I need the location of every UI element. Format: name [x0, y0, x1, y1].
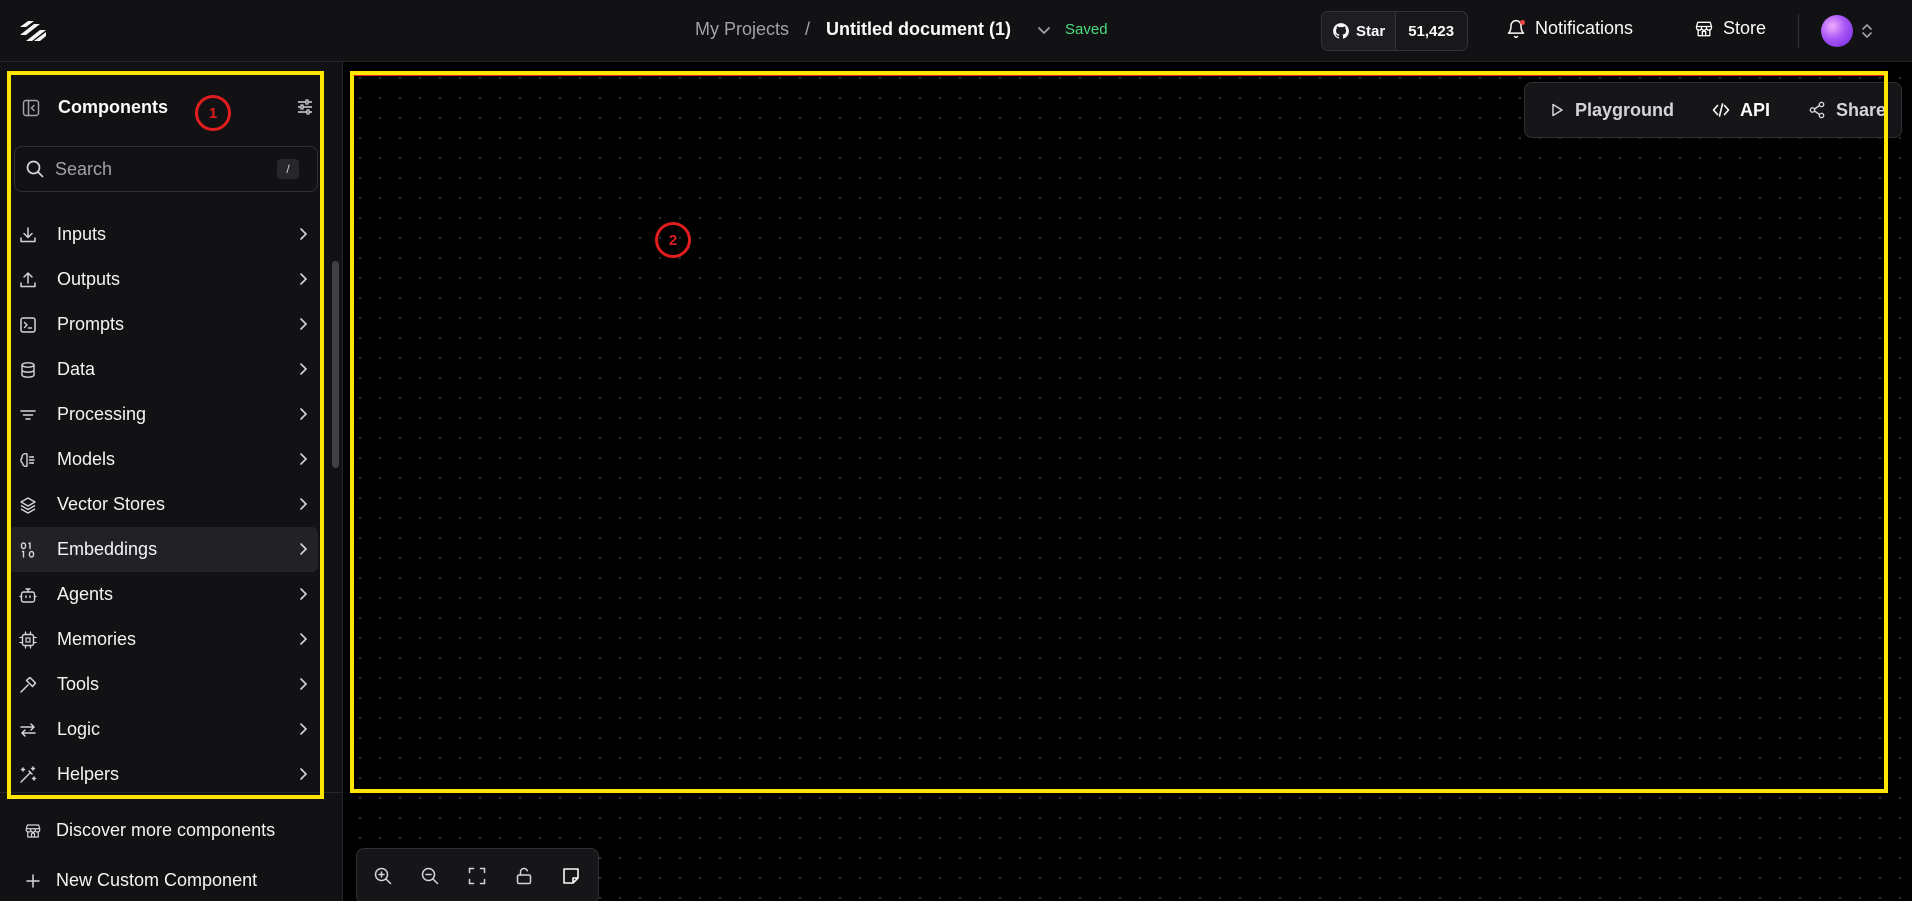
annotation-marker-2: 2: [655, 222, 691, 258]
zoom-out-icon[interactable]: [420, 866, 440, 886]
notification-dot: [1520, 19, 1525, 25]
fit-view-icon[interactable]: [467, 866, 487, 886]
highlight-box-canvas: [350, 71, 1888, 793]
github-icon: [1332, 22, 1350, 40]
new-custom-label: New Custom Component: [56, 870, 258, 890]
canvas-controls: [356, 848, 599, 901]
notifications-label: Notifications: [1535, 18, 1634, 38]
github-star[interactable]: Star: [1322, 12, 1397, 50]
save-status: Saved: [1065, 21, 1108, 38]
discover-components-link[interactable]: Discover more components: [24, 820, 275, 841]
sidebar-scrollbar[interactable]: [331, 192, 339, 867]
avatar[interactable]: [1821, 15, 1853, 47]
lock-open-icon[interactable]: [514, 866, 534, 886]
bell-icon: [1506, 19, 1526, 39]
sticky-note-icon[interactable]: [561, 866, 581, 886]
chevrons-up-down-icon[interactable]: [1860, 22, 1874, 40]
discover-label: Discover more components: [56, 820, 276, 840]
plus-icon: [24, 872, 42, 890]
store-label: Store: [1723, 18, 1767, 38]
github-star-label: Star: [1356, 22, 1386, 40]
breadcrumb-my-projects[interactable]: My Projects: [695, 19, 789, 40]
new-custom-component-button[interactable]: New Custom Component: [24, 870, 257, 891]
breadcrumb-separator: /: [805, 19, 811, 39]
scrollbar-thumb[interactable]: [332, 261, 339, 468]
github-star-count: 51,423: [1408, 22, 1455, 40]
highlight-box-sidebar: [7, 71, 324, 799]
store-icon: [24, 822, 42, 840]
breadcrumb: My Projects / Untitled document (1) Save…: [695, 19, 1108, 40]
store-icon: [1694, 19, 1714, 39]
annotation-marker-1: 1: [195, 95, 231, 131]
document-title[interactable]: Untitled document (1): [826, 19, 1011, 40]
github-star-button[interactable]: Star 51,423: [1321, 11, 1468, 51]
zoom-in-icon[interactable]: [373, 866, 393, 886]
top-bar: My Projects / Untitled document (1) Save…: [0, 0, 1912, 62]
chevron-down-icon[interactable]: [1035, 21, 1053, 39]
header-divider: [1798, 14, 1799, 48]
notifications-button[interactable]: Notifications: [1506, 18, 1633, 39]
store-button[interactable]: Store: [1694, 18, 1766, 39]
langflow-logo-icon[interactable]: [17, 18, 49, 44]
